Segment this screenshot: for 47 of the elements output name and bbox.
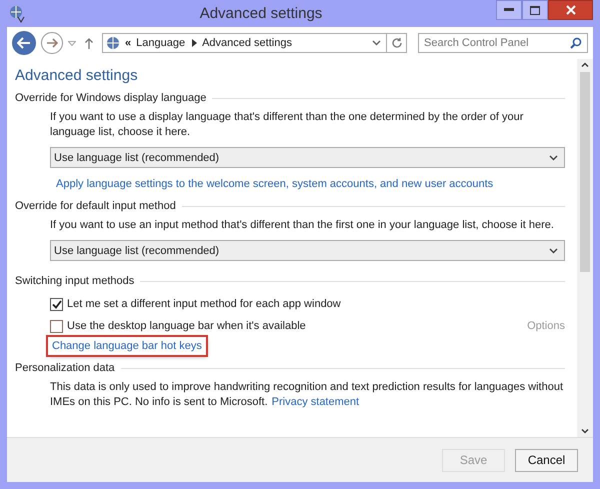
window-title: Advanced settings [198, 5, 324, 22]
checkbox-label[interactable]: Let me set a different input method for each app window [67, 298, 341, 310]
language-dropdown[interactable]: Use language list (recommended) [50, 240, 565, 261]
chevron-down-icon [549, 248, 558, 254]
chevron-down-icon[interactable] [372, 40, 381, 46]
description-text: This data is only used to improve handwriting recognition and text prediction results for languages without IMEs on this PC. No info is sent to Microsoft. Privacy statement [50, 380, 564, 410]
maximize-button[interactable] [522, 0, 548, 20]
dialog-button[interactable]: Cancel [515, 448, 578, 472]
back-button[interactable] [12, 31, 36, 55]
close-button[interactable] [548, 0, 593, 20]
breadcrumb-arrow-icon[interactable] [192, 39, 198, 47]
refresh-button[interactable] [387, 33, 407, 53]
maximize-icon [530, 6, 540, 14]
forward-arrow-icon [46, 38, 58, 48]
chevron-down-icon [549, 154, 558, 160]
globe-icon [8, 4, 26, 22]
checkbox-label[interactable]: Use the desktop language bar when it's available [67, 320, 306, 332]
description-text: If you want to use a display language that's different than the one determined by the order of your language list, choose it here. [50, 110, 524, 140]
globe-icon [106, 36, 120, 50]
scroll-down-icon[interactable] [581, 429, 589, 434]
overflow-chevron[interactable]: « [125, 37, 132, 49]
address-bar[interactable]: « Language Advanced settings [102, 33, 387, 53]
section-title: Personalization data [15, 362, 115, 374]
settings-link[interactable]: Apply language settings to the welcome screen, system accounts, and new user accounts [52, 175, 498, 193]
checkbox[interactable] [50, 320, 63, 332]
page-heading: Advanced settings [15, 67, 139, 84]
scroll-up-icon[interactable] [581, 62, 589, 67]
section-title: Switching input methods [15, 275, 134, 287]
up-arrow-icon[interactable] [85, 38, 93, 48]
section-title: Override for default input method [15, 200, 176, 212]
minimize-button[interactable] [496, 0, 522, 20]
breadcrumb-item[interactable]: Language [136, 37, 186, 49]
minimize-icon [504, 8, 514, 12]
refresh-icon [390, 37, 402, 49]
settings-link[interactable]: Change language bar hot keys [48, 337, 206, 355]
checkbox[interactable] [50, 298, 63, 310]
back-arrow-icon [17, 37, 31, 49]
search-icon[interactable] [570, 37, 582, 49]
forward-button[interactable] [41, 32, 63, 54]
search-field[interactable]: Search Control Panel [418, 33, 588, 53]
close-icon [566, 5, 576, 15]
breadcrumb-item[interactable]: Advanced settings [202, 37, 292, 49]
description-text: If you want to use an input method that's different than the first one in your language list, choose it here. [50, 218, 555, 233]
privacy-link[interactable]: Privacy statement [272, 396, 360, 408]
scrollbar[interactable] [577, 59, 593, 437]
section-title: Override for Windows display language [15, 92, 206, 104]
language-dropdown[interactable]: Use language list (recommended) [50, 147, 565, 168]
